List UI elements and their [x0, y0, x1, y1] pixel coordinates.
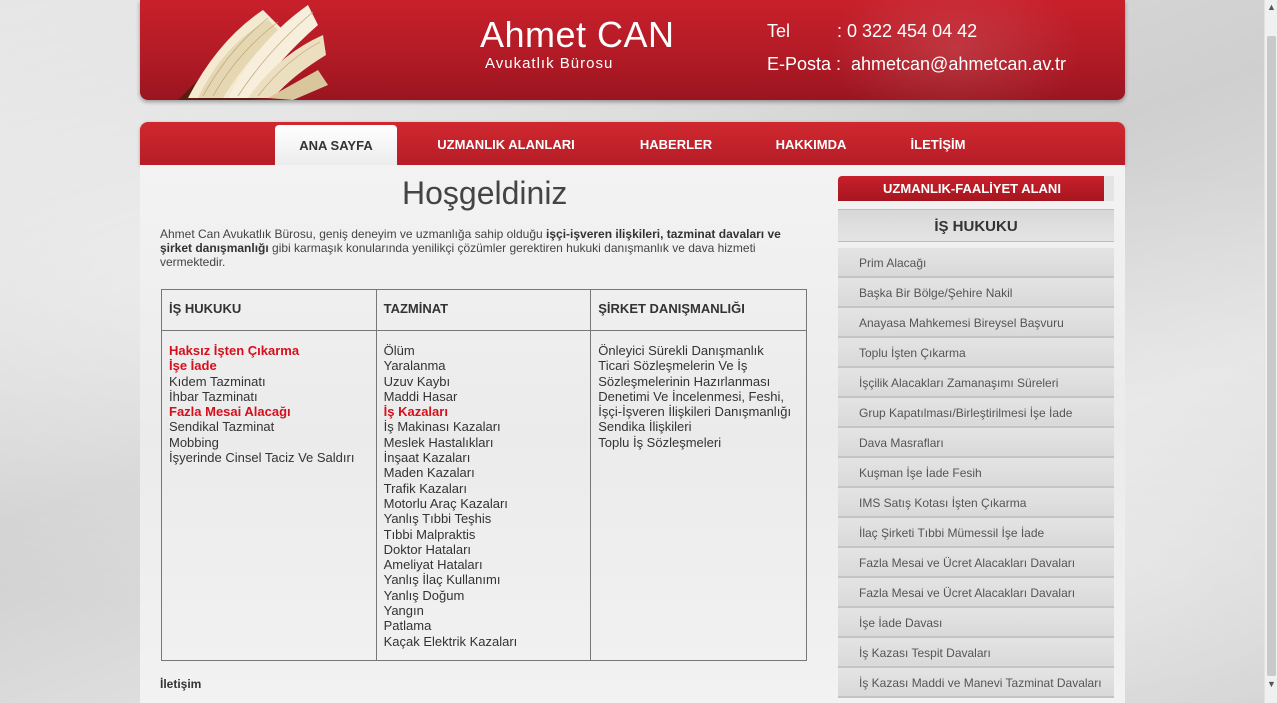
table-cell-item[interactable]: Maden Kazaları — [384, 465, 584, 480]
globe-decoration — [825, 0, 1085, 100]
table-cell-item[interactable]: Ameliyat Hataları — [384, 557, 584, 572]
sidebar-item[interactable]: İş Kazası Maddi ve Manevi Tazminat Daval… — [838, 668, 1114, 698]
table-cell-item[interactable]: Yanlış Tıbbi Teşhis — [384, 511, 584, 526]
table-cell-item[interactable]: Yaralanma — [384, 358, 584, 373]
sidebar-item[interactable]: Toplu İşten Çıkarma — [838, 338, 1114, 368]
scroll-up-arrow-icon[interactable]: ▲ — [1265, 0, 1277, 14]
table-cell-item[interactable]: Mobbing — [169, 435, 369, 450]
sidebar: UZMANLIK-FAALİYET ALANI İŞ HUKUKU Prim A… — [838, 176, 1114, 703]
table-cell-item[interactable]: Toplu İş Sözleşmeleri — [598, 435, 799, 450]
table-cell-item[interactable]: Haksız İşten Çıkarma — [169, 343, 369, 358]
contact-heading: İletişim — [160, 677, 202, 691]
sidebar-item[interactable]: Dava Masrafları — [838, 428, 1114, 458]
services-table: İŞ HUKUKU TAZMİNAT ŞİRKET DANIŞMANLIĞI H… — [161, 289, 807, 661]
table-cell-item[interactable]: Doktor Hataları — [384, 542, 584, 557]
page-scrollbar[interactable]: ▲ ▼ — [1264, 0, 1277, 703]
table-cell-item[interactable]: Ticari Sözleşmelerin Ve İş Sözleşmelerin… — [598, 358, 799, 389]
open-book-logo — [178, 5, 328, 100]
phone-value: : 0 322 454 04 42 — [837, 21, 978, 41]
table-cell-item[interactable]: Yanlış Doğum — [384, 588, 584, 603]
table-cell-item[interactable]: İş Kazaları — [384, 404, 584, 419]
sidebar-item[interactable]: İşçilik Alacakları Zamanaşımı Süreleri — [838, 368, 1114, 398]
phone-label: Tel — [767, 21, 791, 41]
content-panel: Hoşgeldiniz Ahmet Can Avukatlık Bürosu, … — [140, 165, 1125, 703]
table-cell-item[interactable]: Kıdem Tazminatı — [169, 374, 369, 389]
sidebar-item[interactable]: Fazla Mesai ve Ücret Alacakları Davaları — [838, 548, 1114, 578]
table-cell-item[interactable]: Yangın — [384, 603, 584, 618]
table-cell-item[interactable]: Fazla Mesai Alacağı — [169, 404, 369, 419]
table-cell-item[interactable]: Motorlu Araç Kazaları — [384, 496, 584, 511]
sidebar-item[interactable]: Fazla Mesai ve Ücret Alacakları Davaları — [838, 578, 1114, 608]
table-header-is-hukuku: İŞ HUKUKU — [161, 289, 377, 331]
table-cell-item[interactable]: Meslek Hastalıkları — [384, 435, 584, 450]
table-cell-item[interactable]: İnşaat Kazaları — [384, 450, 584, 465]
sidebar-item[interactable]: İşe İade Davası — [838, 608, 1114, 638]
table-cell-item[interactable]: Önleyici Sürekli Danışmanlık — [598, 343, 799, 358]
page-title: Hoşgeldiniz — [402, 175, 568, 211]
table-cell-item[interactable]: Tıbbi Malpraktis — [384, 527, 584, 542]
email-label: E-Posta : — [767, 54, 842, 74]
main-nav: ANA SAYFA UZMANLIK ALANLARI HABERLER HAK… — [140, 122, 1125, 165]
intro-text: Ahmet Can Avukatlık Bürosu, geniş deneyi… — [160, 227, 810, 269]
sidebar-list: Prim Alacağı Başka Bir Bölge/Şehire Nakil… — [838, 248, 1114, 698]
nav-uzmanlik-alanlari[interactable]: UZMANLIK ALANLARI — [422, 122, 590, 165]
sidebar-item[interactable]: Başka Bir Bölge/Şehire Nakil — [838, 278, 1114, 308]
sidebar-item[interactable]: Grup Kapatılması/Birleştirilmesi İşe İad… — [838, 398, 1114, 428]
site-title: Ahmet CAN — [480, 14, 675, 55]
sidebar-subheader: İŞ HUKUKU — [838, 209, 1114, 242]
table-cell-item[interactable]: Kaçak Elektrik Kazaları — [384, 634, 584, 649]
table-cell-item[interactable]: Maddi Hasar — [384, 389, 584, 404]
sidebar-item[interactable]: Prim Alacağı — [838, 248, 1114, 278]
table-cell-item[interactable]: Sendikal Tazminat — [169, 419, 369, 434]
email-value[interactable]: ahmetcan@ahmetcan.av.tr — [851, 54, 1066, 74]
sidebar-item[interactable]: İş Kazası Tespit Davaları — [838, 638, 1114, 668]
sidebar-item[interactable]: Anayasa Mahkemesi Bireysel Başvuru — [838, 308, 1114, 338]
table-cell-item[interactable]: Patlama — [384, 618, 584, 633]
table-cell-item[interactable]: Yanlış İlaç Kullanımı — [384, 572, 584, 587]
sidebar-header-tab — [1104, 176, 1114, 201]
scroll-thumb[interactable] — [1267, 36, 1276, 676]
table-cell-item[interactable]: Denetimi Ve İncelenmesi, Feshi, İşçi-İşv… — [598, 389, 799, 420]
email-row: E-Posta : ahmetcan@ahmetcan.av.tr — [767, 54, 1066, 75]
site-subtitle: Avukatlık Bürosu — [485, 55, 614, 72]
sidebar-header: UZMANLIK-FAALİYET ALANI — [838, 176, 1106, 201]
table-cell-item[interactable]: Ölüm — [384, 343, 584, 358]
nav-iletisim[interactable]: İLETİŞİM — [892, 122, 984, 165]
table-cell-item[interactable]: İşyerinde Cinsel Taciz Ve Saldırı — [169, 450, 369, 465]
table-cell-item[interactable]: Trafik Kazaları — [384, 481, 584, 496]
scroll-down-arrow-icon[interactable]: ▼ — [1265, 677, 1277, 691]
table-cell-item[interactable]: Sendika İlişkileri — [598, 419, 799, 434]
table-cell-item[interactable]: İşe İade — [169, 358, 369, 373]
table-column-tazminat: Ölüm Yaralanma Uzuv Kaybı Maddi Hasar İş Kaz… — [375, 330, 592, 661]
nav-hakkimda[interactable]: HAKKIMDA — [760, 122, 862, 165]
intro-text-part1: Ahmet Can Avukatlık Bürosu, geniş deneyi… — [160, 227, 547, 241]
site-header: Ahmet CAN Avukatlık Bürosu Tel : 0 322 45… — [140, 0, 1125, 100]
nav-ana-sayfa[interactable]: ANA SAYFA — [275, 125, 397, 165]
table-cell-item[interactable]: İhbar Tazminatı — [169, 389, 369, 404]
table-cell-item[interactable]: İş Makinası Kazaları — [384, 419, 584, 434]
table-header-tazminat: TAZMİNAT — [375, 289, 592, 331]
table-header-sirket: ŞİRKET DANIŞMANLIĞI — [590, 289, 807, 331]
table-column-sirket: Önleyici Sürekli Danışmanlık Ticari Sözle… — [590, 330, 807, 661]
sidebar-item[interactable]: Kuşman İşe İade Fesih — [838, 458, 1114, 488]
phone-row: Tel : 0 322 454 04 42 — [767, 21, 977, 42]
table-cell-item[interactable]: Uzuv Kaybı — [384, 374, 584, 389]
sidebar-item[interactable]: İlaç Şirketi Tıbbi Mümessil İşe İade — [838, 518, 1114, 548]
table-column-is-hukuku: Haksız İşten Çıkarma İşe İade Kıdem Tazmin… — [161, 330, 377, 661]
nav-haberler[interactable]: HABERLER — [623, 122, 729, 165]
sidebar-item[interactable]: IMS Satış Kotası İşten Çıkarma — [838, 488, 1114, 518]
